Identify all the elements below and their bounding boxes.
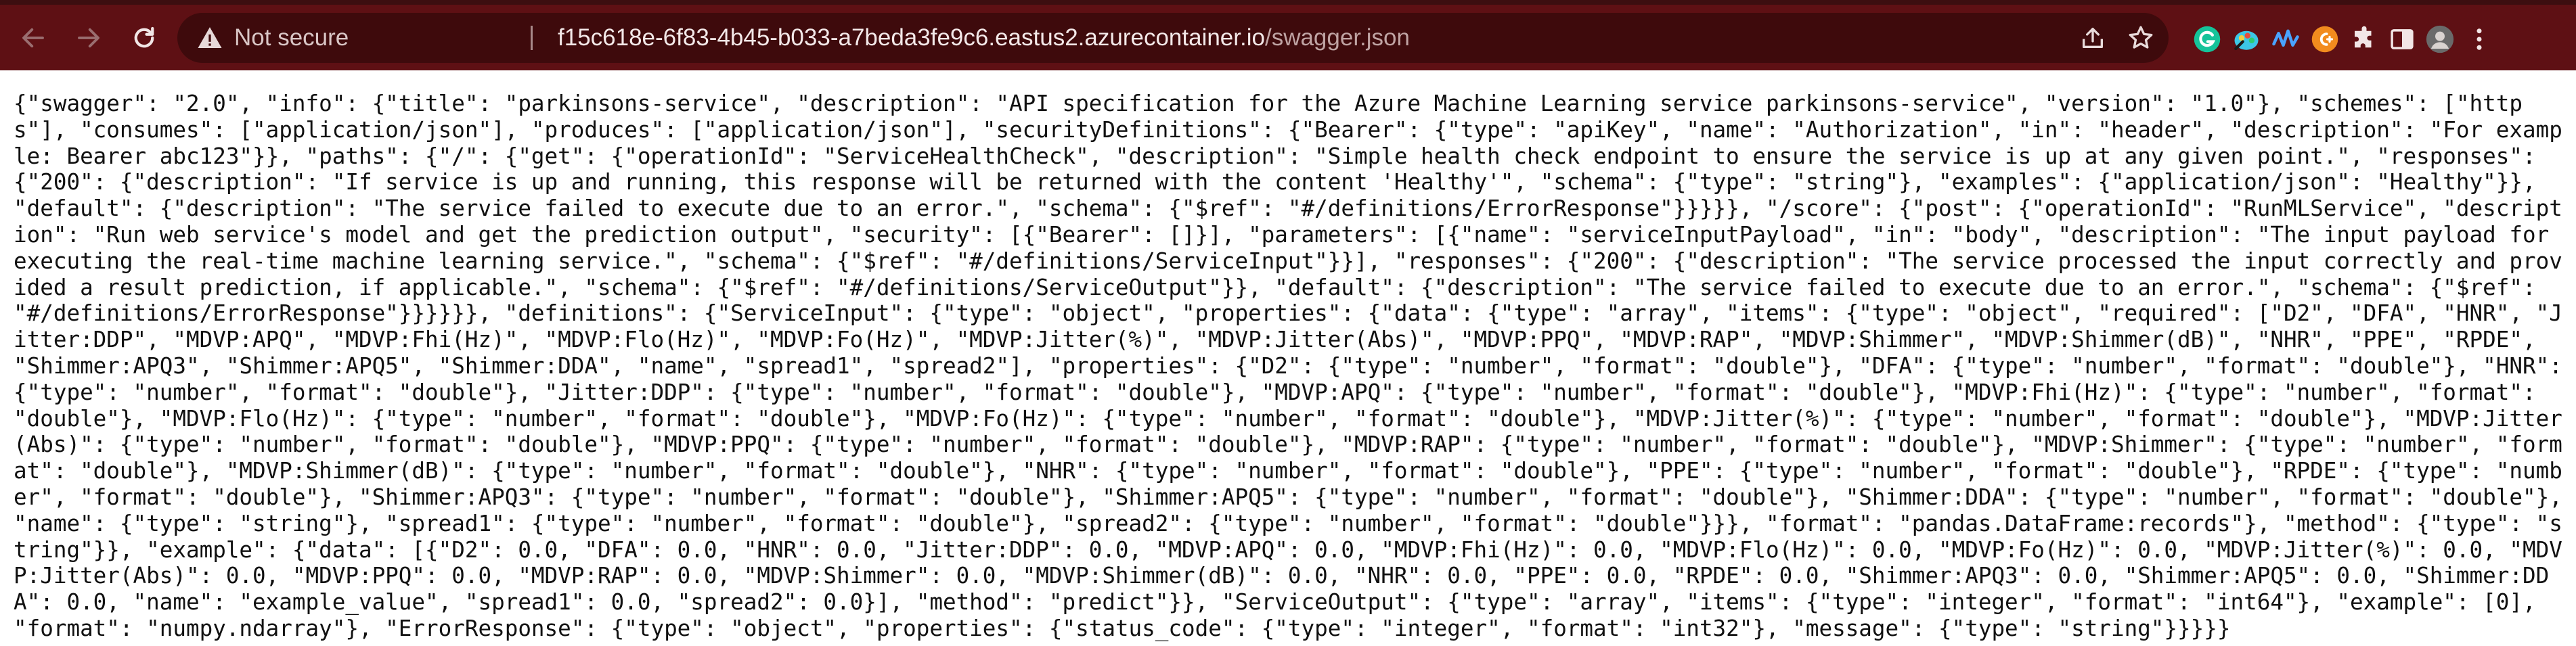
chrome-menu-button[interactable] bbox=[2465, 25, 2493, 53]
waveform-extension-icon bbox=[2272, 29, 2299, 47]
reload-button[interactable] bbox=[123, 17, 165, 59]
address-bar[interactable]: Not secure f15c618e-6f83-4b45-b033-a7bed… bbox=[177, 13, 2169, 63]
window-top-strip bbox=[0, 0, 2576, 5]
page-content: {"swagger": "2.0", "info": {"title": "pa… bbox=[0, 70, 2576, 646]
color-picker-extension-button[interactable] bbox=[2232, 25, 2261, 53]
coupon-extension-icon bbox=[2311, 26, 2338, 53]
url-host: f15c618e-6f83-4b45-b033-a7beda3fe9c6.eas… bbox=[558, 24, 1265, 51]
side-panel-icon bbox=[2391, 29, 2414, 49]
color-picker-extension-icon bbox=[2234, 30, 2259, 51]
browser-toolbar: Not secure f15c618e-6f83-4b45-b033-a7bed… bbox=[0, 5, 2576, 70]
side-panel-button[interactable] bbox=[2388, 25, 2416, 53]
url-text[interactable]: f15c618e-6f83-4b45-b033-a7beda3fe9c6.eas… bbox=[558, 13, 1410, 63]
profile-button[interactable] bbox=[2426, 25, 2454, 53]
bookmark-star-icon[interactable] bbox=[2127, 24, 2155, 52]
more-vertical-icon bbox=[2477, 28, 2482, 50]
reload-icon bbox=[134, 26, 154, 48]
arrow-right-icon bbox=[78, 28, 99, 48]
warning-icon[interactable] bbox=[196, 24, 223, 51]
extensions-button[interactable] bbox=[2350, 25, 2378, 53]
forward-button[interactable] bbox=[68, 17, 110, 59]
grammarly-extension-button[interactable] bbox=[2193, 25, 2221, 53]
back-button[interactable] bbox=[12, 17, 54, 59]
puzzle-extensions-icon bbox=[2355, 26, 2372, 48]
coupon-extension-button[interactable] bbox=[2311, 25, 2339, 53]
grammarly-icon bbox=[2194, 26, 2221, 53]
share-icon[interactable] bbox=[2079, 24, 2106, 51]
profile-avatar bbox=[2426, 25, 2454, 53]
arrow-left-icon bbox=[22, 28, 44, 48]
waveform-extension-button[interactable] bbox=[2271, 25, 2300, 53]
security-status-label[interactable]: Not secure bbox=[234, 13, 349, 63]
raw-json-body: {"swagger": "2.0", "info": {"title": "pa… bbox=[14, 91, 2576, 641]
url-path: /swagger.json bbox=[1264, 24, 1410, 51]
address-separator bbox=[531, 26, 533, 50]
